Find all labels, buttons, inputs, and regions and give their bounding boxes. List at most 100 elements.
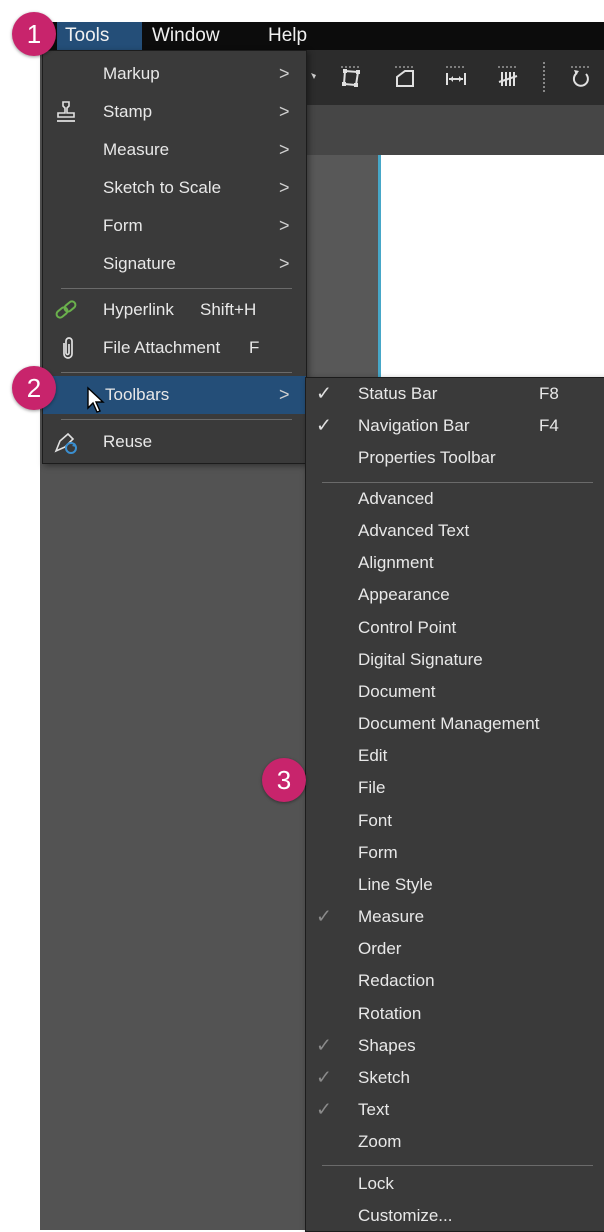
- reuse-icon: [53, 429, 79, 455]
- toolbar-item-label: Navigation Bar: [358, 416, 470, 435]
- toolbar-item-shortcut: F4: [539, 416, 559, 435]
- checkmark-icon: ✓: [316, 906, 332, 928]
- toolbar-item-label: Zoom: [358, 1132, 402, 1151]
- menu-window[interactable]: Window: [152, 22, 220, 50]
- submenu-arrow-icon: >: [279, 101, 290, 122]
- toolbar-item-measure[interactable]: ✓ Measure: [306, 901, 604, 933]
- toolbar-item-advanced[interactable]: Advanced: [306, 483, 604, 515]
- toolbar-item-shortcut: F8: [539, 384, 559, 403]
- toolbar-item-label: Edit: [358, 746, 388, 765]
- toolbar-item-edit[interactable]: Edit: [306, 740, 604, 772]
- menu-separator: [61, 288, 292, 289]
- toolbar-item-alignment[interactable]: Alignment: [306, 547, 604, 579]
- menu-item-hyperlink[interactable]: Hyperlink Shift+H: [43, 291, 306, 329]
- toolbar-item-customize[interactable]: Customize...: [306, 1200, 604, 1232]
- toolbar-item-label: Advanced Text: [358, 521, 470, 540]
- toolbar-item-label: Font: [358, 811, 393, 830]
- toolbar-item-advanced-text[interactable]: Advanced Text: [306, 515, 604, 547]
- toolbar-item-label: Measure: [358, 907, 425, 926]
- menu-item-label: Stamp: [103, 102, 153, 121]
- menu-item-file-attachment[interactable]: File Attachment F: [43, 329, 306, 367]
- menu-separator: [61, 419, 292, 420]
- checkmark-icon: ✓: [316, 1035, 332, 1057]
- toolbar-item-document-management[interactable]: Document Management: [306, 708, 604, 740]
- menu-item-label: File Attachment: [103, 338, 221, 357]
- count-tool-icon[interactable]: [494, 63, 522, 91]
- rotate-icon[interactable]: [567, 63, 595, 91]
- menu-item-label: Measure: [103, 140, 170, 159]
- toolbar-item-properties-toolbar[interactable]: Properties Toolbar: [306, 442, 604, 474]
- menu-item-sketch-to-scale[interactable]: Sketch to Scale >: [43, 169, 306, 207]
- tools-menu: Markup > Stamp > Measure > Sketch to Sca…: [42, 50, 307, 464]
- length-tool-icon[interactable]: [442, 63, 470, 91]
- canvas-margin: [305, 155, 378, 380]
- toolbar-item-label: Digital Signature: [358, 650, 483, 669]
- toolbar-item-rotation[interactable]: Rotation: [306, 998, 604, 1030]
- toolbar-item-label: Properties Toolbar: [358, 448, 496, 467]
- menu-item-label: Markup: [103, 64, 160, 83]
- menu-window-label: Window: [152, 25, 220, 46]
- toolbar-item-line-style[interactable]: Line Style: [306, 869, 604, 901]
- toolbar-item-label: Line Style: [358, 875, 433, 894]
- menu-item-reuse[interactable]: Reuse: [43, 423, 306, 461]
- toolbar-item-label: File: [358, 778, 386, 797]
- toolbar-item-label: Advanced: [358, 489, 434, 508]
- menu-separator: [61, 372, 292, 373]
- toolbar-item-status-bar[interactable]: ✓ Status Bar F8: [306, 378, 604, 410]
- toolbar-item-redaction[interactable]: Redaction: [306, 965, 604, 997]
- polygon-tool-icon[interactable]: [337, 63, 365, 91]
- mouse-cursor-icon: [86, 386, 108, 416]
- submenu-arrow-icon: >: [279, 139, 290, 160]
- area-tool-icon[interactable]: [391, 63, 419, 91]
- toolbar-item-label: Alignment: [358, 553, 434, 572]
- menu-item-measure[interactable]: Measure >: [43, 131, 306, 169]
- step-badge-1: 1: [12, 12, 56, 56]
- toolbar-item-digital-signature[interactable]: Digital Signature: [306, 644, 604, 676]
- submenu-arrow-icon: >: [279, 177, 290, 198]
- toolbar-item-file[interactable]: File: [306, 772, 604, 804]
- menu-item-markup[interactable]: Markup >: [43, 55, 306, 93]
- tool-arrow-icon[interactable]: [307, 63, 335, 91]
- toolbar-item-shapes[interactable]: ✓ Shapes: [306, 1030, 604, 1062]
- menu-bar: Tools Window Help: [40, 22, 604, 50]
- menu-item-signature[interactable]: Signature >: [43, 245, 306, 283]
- submenu-arrow-icon: >: [279, 384, 290, 405]
- menu-separator: [322, 1165, 593, 1166]
- toolbar-item-document[interactable]: Document: [306, 676, 604, 708]
- menu-item-stamp[interactable]: Stamp >: [43, 93, 306, 131]
- menu-item-label: Reuse: [103, 432, 153, 451]
- menu-item-toolbars[interactable]: Toolbars >: [43, 376, 306, 414]
- toolbar-item-label: Sketch: [358, 1068, 410, 1087]
- toolbar-item-appearance[interactable]: Appearance: [306, 579, 604, 611]
- toolbar-item-font[interactable]: Font: [306, 805, 604, 837]
- toolbar-item-label: Status Bar: [358, 384, 438, 403]
- menu-help-label: Help: [268, 25, 308, 46]
- toolbar-item-label: Order: [358, 939, 402, 958]
- toolbar-item-label: Document: [358, 682, 436, 701]
- toolbar-item-navigation-bar[interactable]: ✓ Navigation Bar F4: [306, 410, 604, 442]
- submenu-arrow-icon: >: [279, 63, 290, 84]
- toolbar-item-zoom[interactable]: Zoom: [306, 1126, 604, 1158]
- toolbar-item-sketch[interactable]: ✓ Sketch: [306, 1062, 604, 1094]
- toolbar-item-order[interactable]: Order: [306, 933, 604, 965]
- link-icon: [53, 297, 79, 323]
- checkmark-icon: ✓: [316, 1067, 332, 1089]
- document-page: [378, 155, 604, 380]
- menu-tools[interactable]: Tools: [57, 22, 142, 50]
- menu-item-label: Form: [103, 216, 143, 235]
- stamp-icon: [53, 99, 79, 125]
- menu-item-form[interactable]: Form >: [43, 207, 306, 245]
- tab-band: [305, 105, 604, 155]
- step-badge-3: 3: [262, 758, 306, 802]
- toolbar-item-lock[interactable]: Lock: [306, 1168, 604, 1200]
- toolbar-item-control-point[interactable]: Control Point: [306, 612, 604, 644]
- menu-help[interactable]: Help: [268, 22, 307, 50]
- checkmark-icon: ✓: [316, 383, 332, 405]
- toolbar-item-label: Control Point: [358, 618, 457, 637]
- toolbar-item-label: Text: [358, 1100, 390, 1119]
- toolbar-item-label: Rotation: [358, 1004, 422, 1023]
- toolbar-item-form[interactable]: Form: [306, 837, 604, 869]
- toolbar-item-text[interactable]: ✓ Text: [306, 1094, 604, 1126]
- menu-item-label: Hyperlink: [103, 300, 174, 319]
- step-badge-2: 2: [12, 366, 56, 410]
